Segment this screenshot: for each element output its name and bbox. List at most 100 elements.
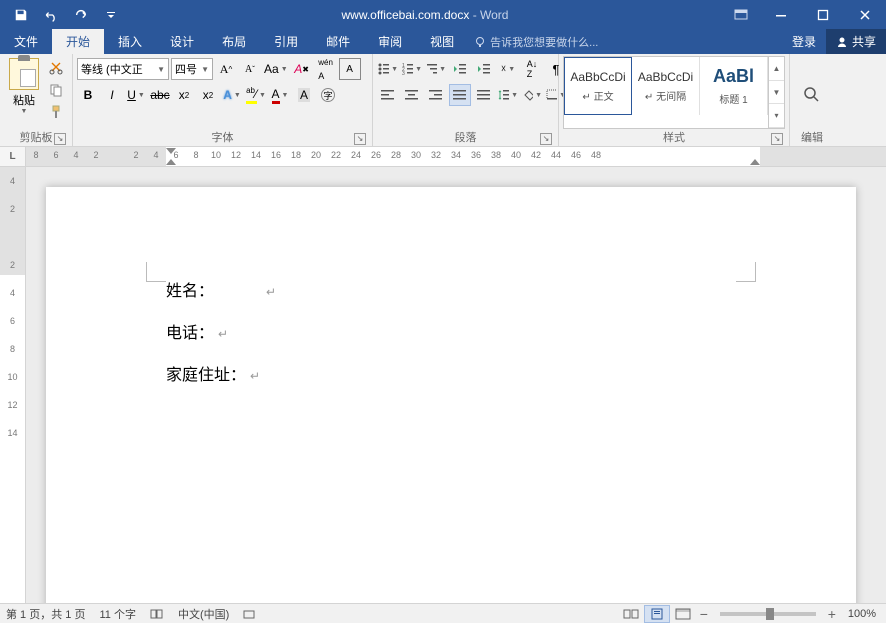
group-paragraph: ▼ 123▼ ▼ ☓▼ A↓Z ¶ ▼ ▼ ▼ 段落↘ xyxy=(373,54,559,146)
gallery-up-button[interactable]: ▲ xyxy=(769,57,784,81)
tab-layout[interactable]: 布局 xyxy=(208,29,260,54)
highlight-button[interactable]: ab⁄▼ xyxy=(245,84,267,106)
style-heading1[interactable]: AaBl 标题 1 xyxy=(700,57,768,115)
multilevel-list-button[interactable]: ▼ xyxy=(425,58,447,80)
group-label-editing: 编辑 xyxy=(794,129,830,146)
italic-button[interactable]: I xyxy=(101,84,123,106)
bullets-button[interactable]: ▼ xyxy=(377,58,399,80)
document-line[interactable]: 电话：↵ xyxy=(166,319,736,343)
redo-button[interactable] xyxy=(68,3,94,27)
document-scroll-area[interactable]: 姓名：↵ 电话：↵ 家庭住址：↵ xyxy=(26,167,886,603)
tab-references[interactable]: 引用 xyxy=(260,29,312,54)
decrease-indent-button[interactable] xyxy=(449,58,471,80)
text-effects-button[interactable]: A▼ xyxy=(221,84,243,106)
macro-record-button[interactable] xyxy=(243,608,255,620)
clipboard-launcher[interactable]: ↘ xyxy=(54,133,66,145)
grow-font-button[interactable]: A^ xyxy=(215,58,237,80)
tell-me-search[interactable]: 告诉我您想要做什么... xyxy=(474,29,598,54)
character-shading-button[interactable]: A xyxy=(293,84,315,106)
clear-formatting-button[interactable]: A✖ xyxy=(291,58,313,80)
align-center-button[interactable] xyxy=(401,84,423,106)
svg-text:3: 3 xyxy=(402,71,405,75)
sort-button[interactable]: A↓Z xyxy=(521,58,543,80)
find-button[interactable] xyxy=(800,83,824,107)
character-border-button[interactable]: A xyxy=(339,58,361,80)
first-line-indent-marker[interactable] xyxy=(166,148,176,154)
align-justify-button[interactable] xyxy=(449,84,471,106)
font-color-button[interactable]: A▼ xyxy=(269,84,291,106)
style-preview: AaBbCcDi xyxy=(638,70,693,84)
read-mode-button[interactable] xyxy=(618,605,644,623)
distribute-button[interactable] xyxy=(473,84,495,106)
tab-insert[interactable]: 插入 xyxy=(104,29,156,54)
font-launcher[interactable]: ↘ xyxy=(354,133,366,145)
line-spacing-button[interactable]: ▼ xyxy=(497,84,519,106)
tab-selector[interactable]: L xyxy=(0,147,26,166)
increase-indent-button[interactable] xyxy=(473,58,495,80)
print-layout-button[interactable] xyxy=(644,605,670,623)
spell-check-button[interactable] xyxy=(150,608,164,620)
save-button[interactable] xyxy=(8,3,34,27)
tab-file[interactable]: 文件 xyxy=(0,29,52,54)
close-button[interactable] xyxy=(844,0,886,29)
zoom-out-button[interactable]: − xyxy=(696,606,712,622)
maximize-button[interactable] xyxy=(802,0,844,29)
align-right-button[interactable] xyxy=(425,84,447,106)
shrink-font-button[interactable]: Aˇ xyxy=(239,58,261,80)
ruler-row: L 86422468101214161820222426283032343638… xyxy=(0,147,886,167)
numbering-button[interactable]: 123▼ xyxy=(401,58,423,80)
asian-layout-button[interactable]: ☓▼ xyxy=(497,58,519,80)
document-line[interactable]: 姓名：↵ xyxy=(166,277,736,301)
align-left-button[interactable] xyxy=(377,84,399,106)
share-button[interactable]: 共享 xyxy=(826,29,886,54)
word-count[interactable]: 11 个字 xyxy=(99,606,135,622)
underline-button[interactable]: U▼ xyxy=(125,84,147,106)
page-count[interactable]: 第 1 页，共 1 页 xyxy=(6,606,85,622)
font-family-combo[interactable]: 等线 (中文正▼ xyxy=(77,58,169,80)
change-case-button[interactable]: Aa▼ xyxy=(263,58,289,80)
gallery-expand-button[interactable]: ▾ xyxy=(769,104,784,128)
gallery-down-button[interactable]: ▼ xyxy=(769,81,784,105)
zoom-slider-thumb[interactable] xyxy=(766,608,774,620)
styles-launcher[interactable]: ↘ xyxy=(771,133,783,145)
search-icon xyxy=(803,86,821,104)
bold-button[interactable]: B xyxy=(77,84,99,106)
format-painter-button[interactable] xyxy=(46,102,66,122)
tab-mailings[interactable]: 邮件 xyxy=(312,29,364,54)
strikethrough-button[interactable]: abc xyxy=(149,84,171,106)
shading-button[interactable]: ▼ xyxy=(521,84,543,106)
margin-marker-tr xyxy=(736,262,756,282)
tab-view[interactable]: 视图 xyxy=(416,29,468,54)
web-layout-icon xyxy=(675,608,691,620)
undo-button[interactable] xyxy=(38,3,64,27)
minimize-button[interactable] xyxy=(760,0,802,29)
style-normal[interactable]: AaBbCcDi ↵ 正文 xyxy=(564,57,632,115)
vertical-ruler[interactable]: 422468101214 xyxy=(0,167,26,603)
zoom-level[interactable]: 100% xyxy=(848,608,876,620)
document-page[interactable]: 姓名：↵ 电话：↵ 家庭住址：↵ xyxy=(46,187,856,603)
tab-home[interactable]: 开始 xyxy=(52,29,104,54)
cut-button[interactable] xyxy=(46,58,66,78)
document-line[interactable]: 家庭住址：↵ xyxy=(166,361,736,385)
zoom-in-button[interactable]: + xyxy=(824,606,840,622)
paste-button[interactable]: 粘贴 ▼ xyxy=(4,56,44,129)
login-button[interactable]: 登录 xyxy=(782,33,826,50)
qat-customize-button[interactable] xyxy=(98,3,124,27)
font-size-combo[interactable]: 四号▼ xyxy=(171,58,213,80)
right-indent-marker[interactable] xyxy=(750,159,760,165)
copy-button[interactable] xyxy=(46,80,66,100)
style-no-spacing[interactable]: AaBbCcDi ↵ 无间隔 xyxy=(632,57,700,115)
tab-design[interactable]: 设计 xyxy=(156,29,208,54)
phonetic-guide-button[interactable]: wénA xyxy=(315,58,337,80)
horizontal-ruler[interactable]: 8642246810121416182022242628303234363840… xyxy=(26,147,886,166)
language-status[interactable]: 中文(中国) xyxy=(178,606,229,622)
subscript-button[interactable]: x2 xyxy=(173,84,195,106)
hanging-indent-marker[interactable] xyxy=(166,159,176,165)
superscript-button[interactable]: x2 xyxy=(197,84,219,106)
enclose-characters-button[interactable]: 字 xyxy=(317,84,339,106)
zoom-slider[interactable] xyxy=(720,612,816,616)
tab-review[interactable]: 审阅 xyxy=(364,29,416,54)
web-layout-button[interactable] xyxy=(670,605,696,623)
ribbon-display-options-button[interactable] xyxy=(726,4,756,26)
paragraph-launcher[interactable]: ↘ xyxy=(540,133,552,145)
